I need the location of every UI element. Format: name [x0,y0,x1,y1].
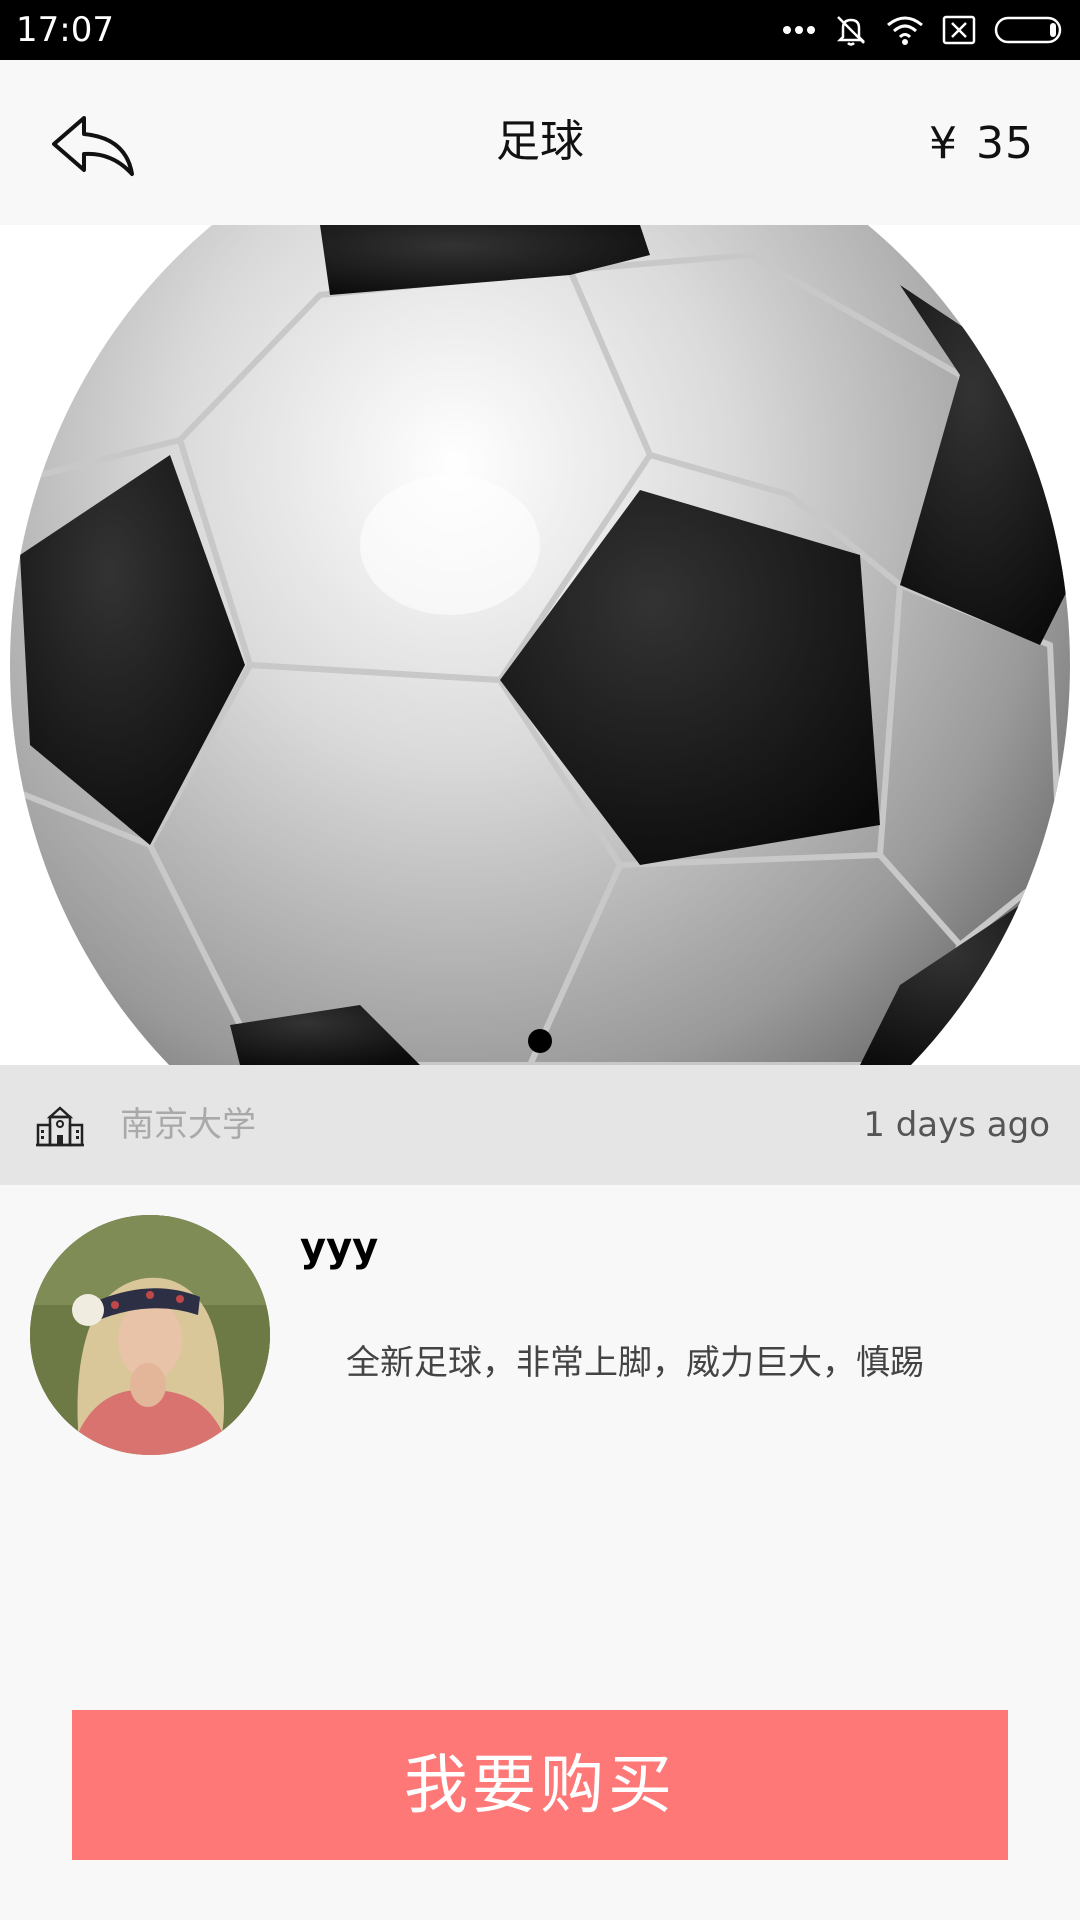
seller-name: yyy [300,1225,379,1271]
product-description: 全新足球，非常上脚，威力巨大，慎踢 [346,1343,924,1383]
status-icons [764,12,1066,48]
currency-symbol: ¥ [929,118,958,169]
seller-section: yyy 全新足球，非常上脚，威力巨大，慎踢 [0,1185,1080,1685]
app-header: 足球 ¥35 [0,60,1080,225]
campus-name: 南京大学 [120,1105,256,1145]
battery-icon [994,15,1066,45]
carousel-indicator-dot[interactable] [528,1029,552,1053]
product-detail-screen: 17:07 足球 ¥ 35 南京大学 1 days ago yyy 全新足球，非… [0,0,1080,1920]
wifi-icon [886,15,924,45]
more-dots-icon [782,25,816,35]
product-image-carousel[interactable] [0,225,1080,1065]
status-time: 17:07 [16,10,114,50]
status-bar: 17:07 [0,0,1080,60]
school-building-icon [36,1106,84,1147]
soccer-ball-photo [0,225,1080,1065]
price-value: 35 [976,118,1034,169]
posted-time: 1 days ago [863,1105,1050,1145]
page-title: 足球 [496,116,584,167]
sim-blocked-icon [942,15,976,45]
avatar[interactable] [30,1215,270,1455]
user-avatar-photo [30,1215,270,1455]
silent-bell-icon [834,13,868,47]
buy-button[interactable]: 我要购买 [72,1710,1008,1860]
location-bar: 南京大学 1 days ago [0,1065,1080,1185]
price-label: ¥35 [929,116,1034,172]
